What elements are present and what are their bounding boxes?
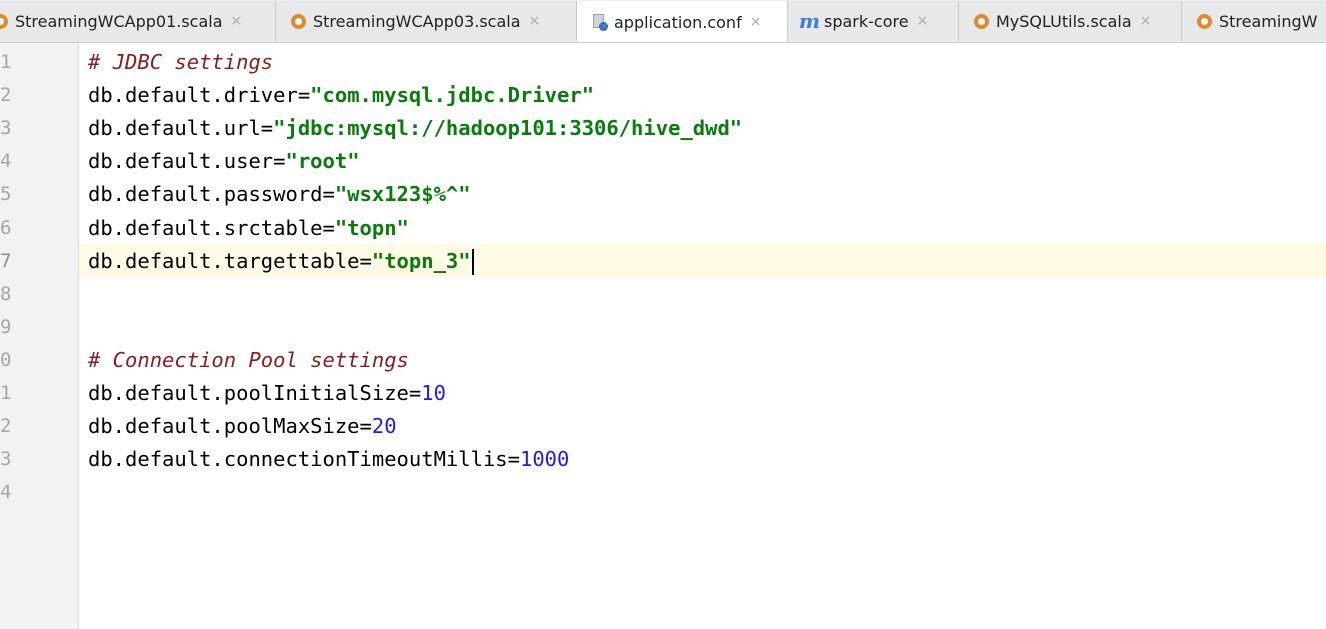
config-key: db.default.user= (88, 149, 286, 173)
tab-application-conf[interactable]: application.conf × (577, 1, 788, 42)
number-value: 10 (421, 381, 446, 405)
line-number: 4 (0, 481, 12, 503)
line-number: 5 (0, 183, 12, 205)
code-line[interactable]: db.default.password="wsx123$%^" (88, 178, 471, 211)
config-key: db.default.password= (88, 182, 335, 206)
string-value: "wsx123$%^" (334, 182, 471, 206)
number-value: 1000 (519, 447, 570, 471)
line-number: 4 (0, 150, 12, 172)
line-number: 2 (0, 415, 12, 437)
line-number: 1 (0, 382, 12, 404)
code-line[interactable]: db.default.connectionTimeoutMillis=1000 (88, 443, 569, 476)
close-icon[interactable]: × (750, 14, 762, 30)
close-icon[interactable]: × (917, 13, 929, 29)
config-key: db.default.driver= (88, 83, 311, 107)
line-number: 8 (0, 283, 12, 305)
code-line[interactable]: db.default.driver="com.mysql.jdbc.Driver… (88, 79, 594, 112)
editor-tab-bar: StreamingWCApp01.scala × StreamingWCApp0… (0, 0, 1326, 43)
comment-text: # JDBC settings (88, 50, 274, 74)
code-line[interactable]: db.default.user="root" (88, 145, 360, 178)
number-value: 20 (371, 414, 397, 438)
tab-label: MySQLUtils.scala (996, 11, 1132, 31)
tab-streamingw[interactable]: StreamingW (1182, 1, 1326, 41)
text-caret (471, 249, 474, 275)
maven-icon: m (798, 9, 821, 33)
tab-mysqlutils[interactable]: MySQLUtils.scala × (959, 1, 1182, 41)
scala-file-icon (290, 13, 307, 30)
tab-label: StreamingWCApp01.scala (15, 11, 223, 31)
scala-file-icon (1196, 13, 1213, 30)
code-line[interactable]: db.default.srctable="topn" (88, 212, 409, 245)
code-line[interactable]: db.default.targettable="topn_3" (88, 245, 474, 278)
scala-file-icon (0, 13, 9, 30)
config-key: db.default.poolInitialSize= (88, 381, 422, 405)
config-key: db.default.targettable= (88, 249, 372, 273)
tab-label: application.conf (614, 12, 742, 32)
string-value: "topn" (334, 216, 409, 240)
line-number: 6 (0, 217, 12, 239)
scala-file-icon (973, 13, 990, 30)
code-line[interactable]: # JDBC settings (88, 46, 273, 79)
tab-streamingwcapp03[interactable]: StreamingWCApp03.scala × (276, 1, 577, 41)
close-icon[interactable]: × (1140, 13, 1152, 29)
config-key: db.default.url= (88, 116, 274, 140)
tab-label: StreamingWCApp03.scala (313, 11, 521, 31)
close-icon[interactable]: × (529, 13, 541, 29)
line-number: 2 (0, 84, 12, 106)
line-number: 0 (0, 349, 12, 371)
line-number: 1 (0, 51, 12, 73)
close-icon[interactable]: × (231, 13, 243, 29)
tab-label: spark-core (824, 11, 909, 31)
code-line[interactable]: db.default.poolInitialSize=10 (88, 377, 446, 410)
tab-spark-core[interactable]: m spark-core × (788, 1, 959, 41)
config-key: db.default.poolMaxSize= (88, 414, 372, 438)
line-number: 9 (0, 316, 12, 338)
tab-label: StreamingW (1219, 11, 1318, 31)
code-line[interactable]: db.default.poolMaxSize=20 (88, 410, 397, 443)
config-key: db.default.srctable= (88, 216, 335, 240)
config-file-icon (591, 13, 608, 31)
line-number: 7 (0, 250, 12, 272)
code-line[interactable]: db.default.url="jdbc:mysql://hadoop101:3… (88, 112, 742, 145)
comment-text: # Connection Pool settings (88, 348, 409, 372)
string-value: "jdbc:mysql://hadoop101:3306/hive_dwd" (273, 116, 743, 140)
config-key: db.default.connectionTimeoutMillis= (88, 447, 520, 471)
string-value: "root" (285, 149, 360, 173)
code-line[interactable]: # Connection Pool settings (88, 344, 409, 377)
string-value: "topn_3" (371, 249, 471, 273)
string-value: "com.mysql.jdbc.Driver" (310, 83, 595, 107)
tab-streamingwcapp01[interactable]: StreamingWCApp01.scala × (0, 1, 276, 41)
line-number: 3 (0, 117, 12, 139)
line-number: 3 (0, 448, 12, 470)
